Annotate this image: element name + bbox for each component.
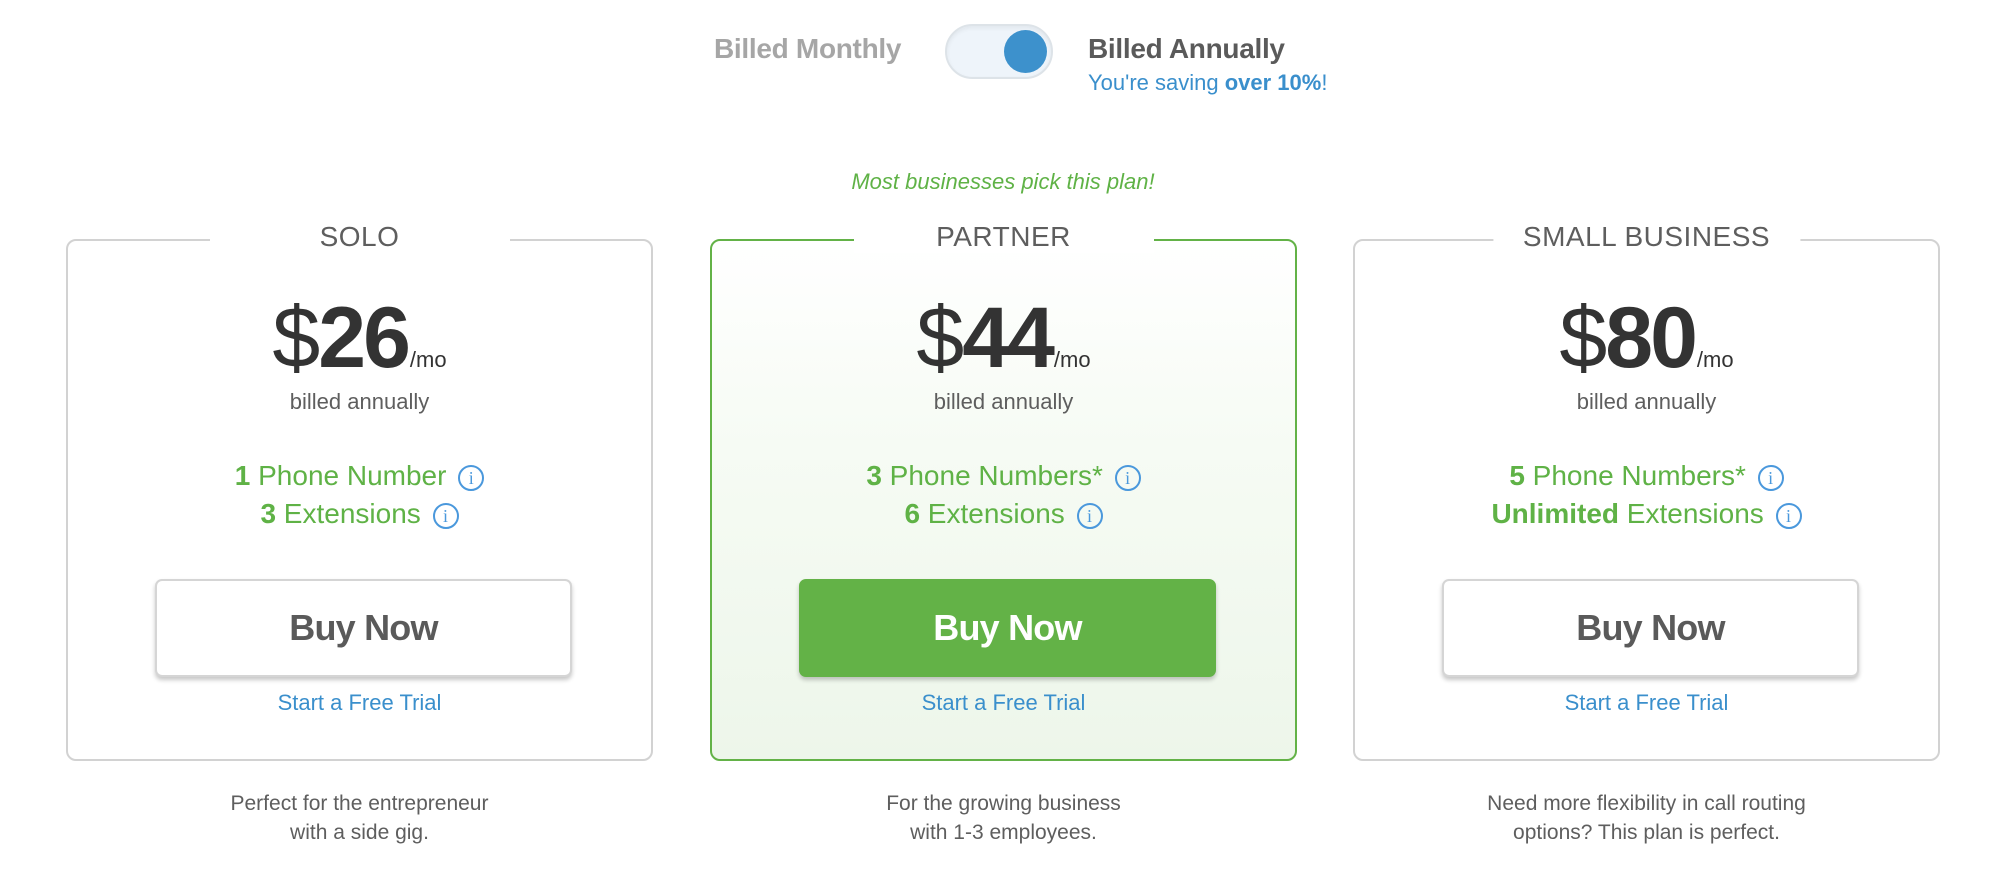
description-line: with a side gig. [290,821,429,844]
billed-monthly-label[interactable]: Billed Monthly [714,33,901,65]
billing-note: billed annually [289,389,430,414]
feature-phone-numbers: 3 Phone Numbers* i [712,457,1295,495]
info-icon[interactable]: i [1775,503,1802,529]
feature-extensions: 3 Extensions i [68,495,651,533]
description-line: with 1-3 employees. [910,821,1097,844]
price-amount: 26 [318,290,411,386]
feature-count: Unlimited [1491,498,1620,529]
plan-card-small-business: SMALL BUSINESS $80/mo billed annually 5 … [1353,221,1940,761]
billing-period-switcher: Billed Monthly Billed Annually You're sa… [0,0,2000,110]
info-icon[interactable]: i [432,503,459,529]
price-period: /mo [1696,347,1734,372]
feature-count: 3 [260,498,277,529]
feature-count: 5 [1509,460,1525,491]
description-line: options? This plan is perfect. [1513,821,1780,844]
description-line: Perfect for the entrepreneur [230,792,489,815]
feature-label: Extensions [276,498,421,529]
billing-note: billed annually [933,389,1074,414]
feature-list: 5 Phone Numbers* i Unlimited Extensions … [1355,457,1938,533]
price-amount: 44 [962,290,1055,386]
plan-card-solo: SOLO $26/mo billed annually 1 Phone Numb… [66,221,653,761]
start-free-trial-link[interactable]: Start a Free Trial [1355,690,1938,716]
plan-description-solo: Perfect for the entrepreneur with a side… [66,789,653,847]
plan-name: SMALL BUSINESS [1492,221,1801,253]
most-popular-note: Most businesses pick this plan! [851,169,1155,194]
feature-label: Extensions [1619,498,1764,529]
plan-description-small-business: Need more flexibility in call routing op… [1353,789,1940,847]
feature-phone-numbers: 5 Phone Numbers* i [1355,457,1938,495]
feature-list: 3 Phone Numbers* i 6 Extensions i [712,457,1295,533]
description-line: Need more flexibility in call routing [1487,792,1806,815]
description-line: For the growing business [886,792,1121,815]
info-icon[interactable]: i [1114,465,1141,491]
feature-list: 1 Phone Number i 3 Extensions i [68,457,651,533]
billed-annually-label[interactable]: Billed Annually [1088,33,1285,65]
info-icon[interactable]: i [1757,465,1784,491]
price: $44/mo [712,289,1295,388]
savings-amount: over 10% [1224,70,1322,95]
feature-label: Phone Number [250,460,447,491]
feature-count: 3 [866,460,882,491]
start-free-trial-link[interactable]: Start a Free Trial [68,690,651,716]
buy-now-button[interactable]: Buy Now [799,579,1216,677]
savings-prefix: You're saving [1088,70,1225,95]
feature-count: 6 [904,498,921,529]
billing-note: billed annually [1576,389,1717,414]
feature-label: Phone Numbers* [1524,460,1746,491]
plan-card-partner: PARTNER $44/mo billed annually 3 Phone N… [710,221,1297,761]
info-icon[interactable]: i [458,465,485,491]
price-period: /mo [1053,347,1091,372]
toggle-knob [1004,30,1047,73]
info-icon[interactable]: i [1076,503,1103,529]
plan-name: SOLO [209,221,510,253]
billing-toggle[interactable] [945,24,1053,79]
feature-count: 1 [234,460,251,491]
price: $26/mo [68,289,651,388]
price-amount: 80 [1605,290,1698,386]
savings-suffix: ! [1321,70,1328,95]
buy-now-button[interactable]: Buy Now [1442,579,1859,677]
savings-note: You're saving over 10%! [1088,70,1327,96]
price-currency: $ [1559,290,1607,386]
start-free-trial-link[interactable]: Start a Free Trial [712,690,1295,716]
feature-label: Extensions [920,498,1065,529]
price-period: /mo [409,347,447,372]
feature-phone-numbers: 1 Phone Number i [68,457,651,495]
feature-label: Phone Numbers* [881,460,1103,491]
plan-name: PARTNER [853,221,1154,253]
price-currency: $ [916,290,964,386]
buy-now-button[interactable]: Buy Now [155,579,572,677]
plan-description-partner: For the growing business with 1-3 employ… [710,789,1297,847]
feature-extensions: Unlimited Extensions i [1355,495,1938,533]
price: $80/mo [1355,289,1938,388]
feature-extensions: 6 Extensions i [712,495,1295,533]
price-currency: $ [272,290,320,386]
